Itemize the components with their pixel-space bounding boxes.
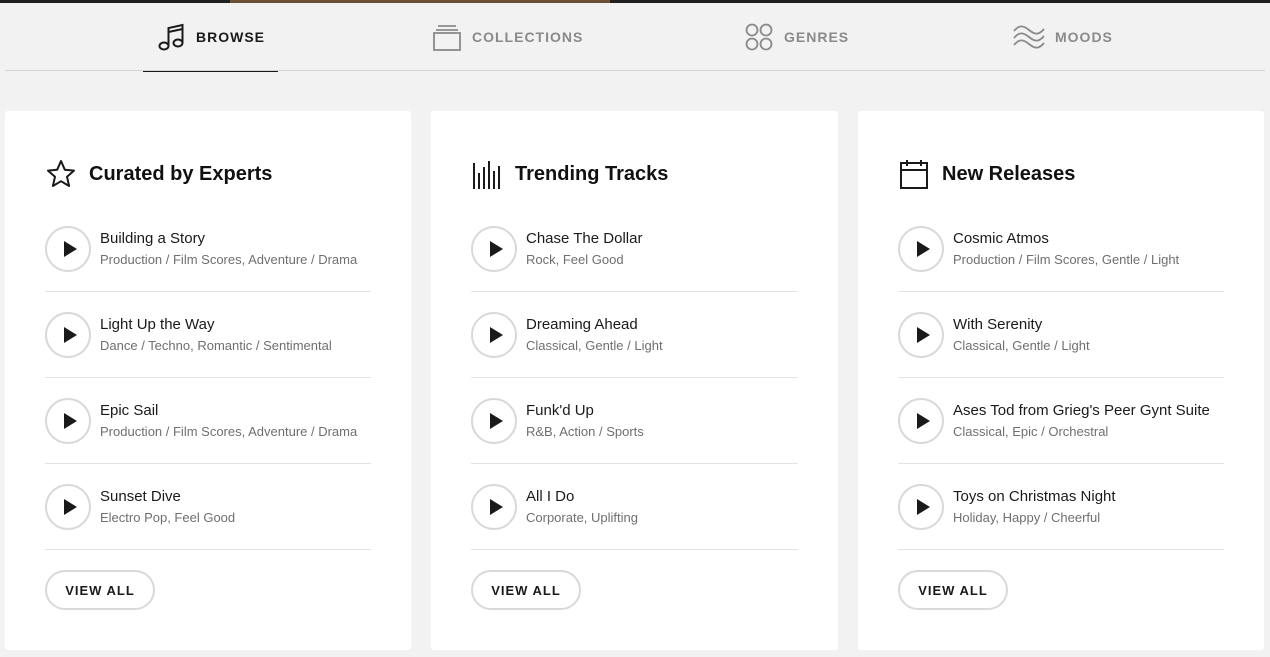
track-row[interactable]: With Serenity Classical, Gentle / Light: [898, 292, 1224, 378]
tab-moods[interactable]: MOODS: [1013, 3, 1113, 71]
star-icon: [47, 160, 75, 187]
track-tags: Production / Film Scores, Gentle / Light: [953, 251, 1180, 267]
navbar-divider: [5, 70, 1265, 71]
music-note-icon: [158, 23, 184, 51]
play-button[interactable]: [471, 483, 517, 530]
play-button[interactable]: [471, 225, 517, 272]
tab-label: BROWSE: [196, 29, 265, 45]
play-button[interactable]: [45, 397, 91, 444]
play-icon: [489, 326, 503, 343]
play-icon: [489, 498, 503, 515]
view-all-button[interactable]: VIEW ALL: [45, 570, 155, 610]
play-icon: [489, 240, 503, 257]
play-icon: [63, 498, 77, 515]
track-title[interactable]: Funk'd Up: [526, 401, 798, 421]
track-row[interactable]: Sunset Dive Electro Pop, Feel Good: [45, 464, 371, 550]
track-tags: Classical, Gentle / Light: [526, 337, 663, 353]
bars-icon: [473, 161, 500, 189]
card-trending-tracks: Trending Tracks Chase The Dollar Rock, Fe…: [431, 111, 838, 650]
tab-label: MOODS: [1055, 29, 1113, 45]
card-title: Curated by Experts: [89, 162, 273, 185]
play-icon: [916, 240, 930, 257]
track-row[interactable]: Cosmic Atmos Production / Film Scores, Ge…: [898, 206, 1224, 292]
card-header: Trending Tracks: [471, 157, 668, 191]
track-row[interactable]: Funk'd Up R&B, Action / Sports: [471, 378, 798, 464]
track-row[interactable]: All I Do Corporate, Uplifting: [471, 464, 798, 550]
play-icon: [916, 326, 930, 343]
play-button[interactable]: [898, 225, 944, 272]
view-all-button[interactable]: VIEW ALL: [898, 570, 1008, 610]
track-tags: Production / Film Scores, Adventure / Dr…: [100, 423, 358, 439]
track-row[interactable]: Epic Sail Production / Film Scores, Adven…: [45, 378, 371, 464]
play-icon: [63, 326, 77, 343]
track-tags: Corporate, Uplifting: [526, 509, 638, 525]
card-header: Curated by Experts: [45, 157, 272, 191]
card-new-releases: New Releases Cosmic Atmos Production / Fi…: [858, 111, 1264, 650]
play-button[interactable]: [471, 397, 517, 444]
waves-icon: [1013, 25, 1045, 49]
circles-grid-icon: [745, 23, 773, 51]
track-tags: Rock, Feel Good: [526, 251, 624, 267]
play-button[interactable]: [898, 311, 944, 358]
card-curated-by-experts: Curated by Experts Building a Story Produ…: [5, 111, 411, 650]
play-button[interactable]: [45, 225, 91, 272]
card-header: New Releases: [898, 157, 1075, 191]
track-tags: Holiday, Happy / Cheerful: [953, 509, 1101, 525]
track-title[interactable]: Building a Story: [100, 229, 371, 249]
track-title[interactable]: Sunset Dive: [100, 487, 371, 507]
track-title[interactable]: Dreaming Ahead: [526, 315, 798, 335]
play-button[interactable]: [471, 311, 517, 358]
track-row[interactable]: Ases Tod from Grieg's Peer Gynt Suite Cla…: [898, 378, 1224, 464]
track-tags: Classical, Epic / Orchestral: [953, 423, 1109, 439]
play-icon: [916, 498, 930, 515]
card-title: New Releases: [942, 162, 1076, 185]
track-list: Cosmic Atmos Production / Film Scores, Ge…: [898, 206, 1224, 550]
play-icon: [63, 412, 77, 429]
track-title[interactable]: Cosmic Atmos: [953, 229, 1224, 249]
track-row[interactable]: Dreaming Ahead Classical, Gentle / Light: [471, 292, 798, 378]
tab-genres[interactable]: GENRES: [744, 3, 849, 71]
track-row[interactable]: Building a Story Production / Film Scores…: [45, 206, 371, 292]
track-title[interactable]: Chase The Dollar: [526, 229, 798, 249]
track-tags: Dance / Techno, Romantic / Sentimental: [100, 337, 332, 353]
track-title[interactable]: Toys on Christmas Night: [953, 487, 1224, 507]
play-icon: [489, 412, 503, 429]
track-list: Building a Story Production / Film Scores…: [45, 206, 371, 550]
calendar-icon: [900, 160, 928, 189]
track-title[interactable]: With Serenity: [953, 315, 1224, 335]
track-title[interactable]: Epic Sail: [100, 401, 371, 421]
track-list: Chase The Dollar Rock, Feel Good Dreaming…: [471, 206, 798, 550]
tab-collections[interactable]: COLLECTIONS: [432, 3, 583, 71]
track-row[interactable]: Light Up the Way Dance / Techno, Romantic…: [45, 292, 371, 378]
track-row[interactable]: Chase The Dollar Rock, Feel Good: [471, 206, 798, 292]
track-tags: R&B, Action / Sports: [526, 423, 644, 439]
track-title[interactable]: All I Do: [526, 487, 798, 507]
track-title[interactable]: Light Up the Way: [100, 315, 371, 335]
tab-label: COLLECTIONS: [472, 29, 584, 45]
play-button[interactable]: [45, 311, 91, 358]
view-all-button[interactable]: VIEW ALL: [471, 570, 581, 610]
browse-navbar: BROWSE COLLECTIONS GENRES MOODS: [0, 3, 1270, 72]
track-tags: Classical, Gentle / Light: [953, 337, 1090, 353]
card-title: Trending Tracks: [515, 162, 669, 185]
play-icon: [63, 240, 77, 257]
tab-label: GENRES: [784, 29, 850, 45]
track-tags: Electro Pop, Feel Good: [100, 509, 236, 525]
play-icon: [916, 412, 930, 429]
track-row[interactable]: Toys on Christmas Night Holiday, Happy / …: [898, 464, 1224, 550]
stack-icon: [433, 25, 461, 51]
track-title[interactable]: Ases Tod from Grieg's Peer Gynt Suite: [953, 401, 1224, 421]
play-button[interactable]: [898, 397, 944, 444]
play-button[interactable]: [898, 483, 944, 530]
track-tags: Production / Film Scores, Adventure / Dr…: [100, 251, 358, 267]
tab-browse[interactable]: BROWSE: [143, 3, 278, 72]
play-button[interactable]: [45, 483, 91, 530]
